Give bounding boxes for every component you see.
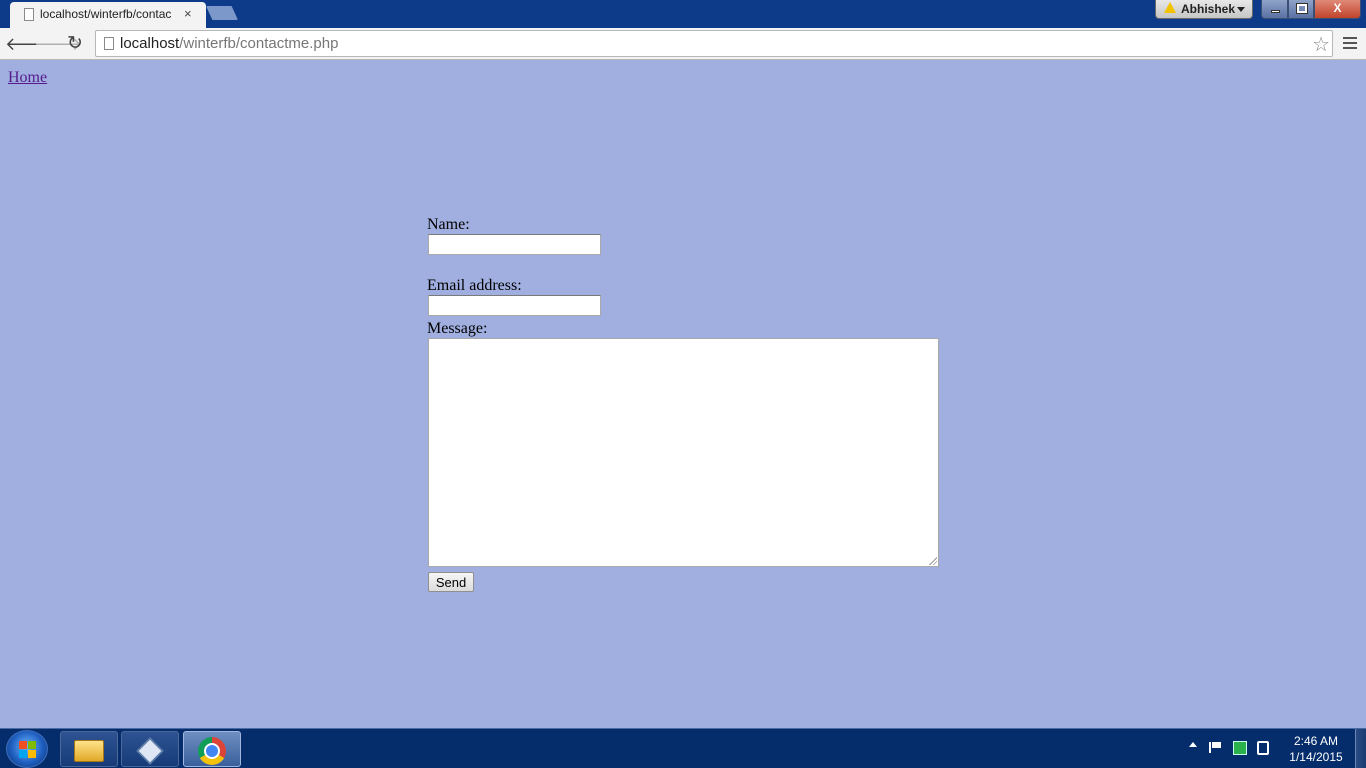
minimize-button[interactable] [1261,0,1288,19]
menu-bar-icon [1343,42,1357,44]
url-host: localhost [120,35,180,52]
close-window-button[interactable]: X [1314,0,1361,19]
system-tray [1183,729,1278,768]
home-link[interactable]: Home [8,69,47,87]
show-hidden-icons-icon[interactable] [1189,742,1197,747]
back-button[interactable]: 🡐 [5,32,53,56]
tab-contactme[interactable]: localhost/winterfb/contac × [10,2,206,28]
start-button[interactable] [6,730,48,768]
email-label: Email address: [427,277,522,294]
windows-logo-icon [19,741,37,759]
chevron-down-icon [1237,7,1245,12]
chrome-icon [198,737,226,765]
logo-quad [28,750,36,758]
clock[interactable]: 2:46 AM 1/14/2015 [1282,733,1350,765]
message-label: Message: [427,320,488,337]
browser-toolbar: 🡐 🡒 ↻ localhost/winterfb/contactme.php ☆ [0,28,1366,60]
restore-icon [1297,4,1307,13]
tab-close-icon[interactable]: × [184,6,192,21]
menu-bar-icon [1343,47,1357,49]
logo-quad [19,750,27,758]
profile-button[interactable]: Abhishek [1155,0,1253,19]
taskbar-virtualbox[interactable] [121,731,179,767]
page-icon [24,8,34,21]
new-tab-button[interactable] [206,6,238,20]
taskbar-explorer[interactable] [60,731,118,767]
chrome-menu-button[interactable] [1340,34,1360,54]
network-icon[interactable] [1233,741,1247,755]
name-input[interactable] [428,234,601,255]
email-input[interactable] [428,295,601,316]
tab-title: localhost/winterfb/contac [40,7,172,21]
address-bar[interactable]: localhost/winterfb/contactme.php ☆ [95,30,1333,57]
url-text: localhost/winterfb/contactme.php [120,35,338,52]
taskbar-chrome[interactable] [183,731,241,767]
browser-title-bar: localhost/winterfb/contac × Abhishek X [0,0,1366,28]
clock-date: 1/14/2015 [1289,750,1343,764]
profile-name: Abhishek [1181,2,1236,16]
minimize-icon [1271,10,1280,13]
action-center-flag-icon[interactable] [1209,742,1221,753]
name-label: Name: [427,216,470,233]
page-content: Home Name: Email address: Message: Send [0,61,1366,728]
reload-button[interactable]: ↻ [63,32,87,56]
page-icon [104,37,114,50]
resize-handle[interactable] [929,557,937,565]
url-path: /winterfb/contactme.php [179,35,339,52]
logo-quad [28,741,36,749]
logo-quad [19,741,27,749]
clock-time: 2:46 AM [1293,734,1339,748]
message-textarea[interactable] [428,338,939,567]
restore-button[interactable] [1288,0,1314,19]
taskbar: 2:46 AM 1/14/2015 [0,728,1366,768]
send-button[interactable]: Send [428,572,474,592]
folder-icon [74,740,104,762]
bookmark-star-icon[interactable]: ☆ [1312,32,1330,57]
virtualbox-icon [136,737,164,765]
warning-icon [1164,2,1176,13]
menu-bar-icon [1343,37,1357,39]
close-icon: X [1333,1,1342,15]
show-desktop-button[interactable] [1355,729,1366,768]
forward-button[interactable]: 🡒 [34,32,82,56]
power-icon[interactable] [1257,741,1269,755]
